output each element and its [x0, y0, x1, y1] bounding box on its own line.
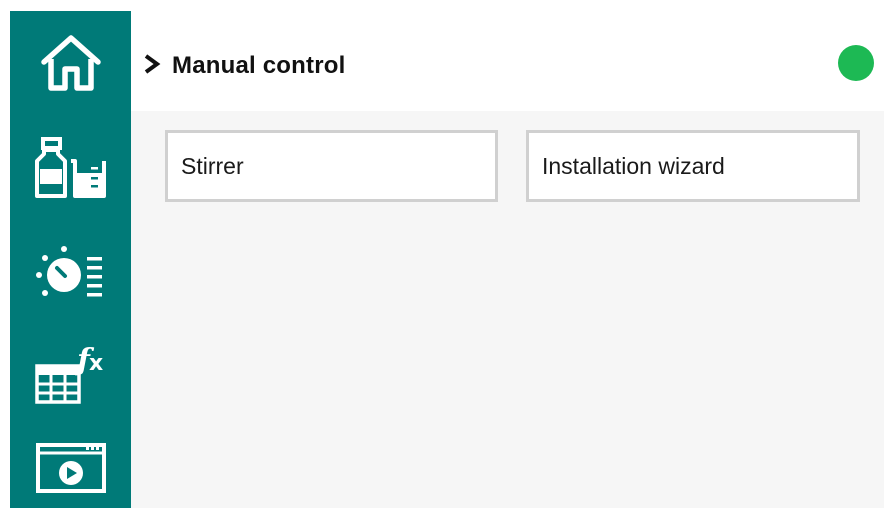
header: Manual control [131, 11, 884, 111]
sidebar-item-media[interactable] [10, 428, 131, 508]
status-indicator [838, 45, 874, 81]
stirrer-tile-label: Stirrer [181, 152, 244, 179]
sidebar-item-home[interactable] [10, 22, 131, 102]
home-icon [40, 35, 101, 91]
sidebar-item-formulas[interactable]: f x [10, 333, 131, 413]
bottle-beaker-icon [34, 137, 106, 198]
main-content: Stirrer Installation wizard [131, 111, 884, 508]
sidebar-item-methods[interactable] [10, 232, 131, 312]
stirrer-tile[interactable]: Stirrer [165, 130, 498, 202]
sidebar-item-substances[interactable] [10, 129, 131, 209]
chevron-right-icon [144, 54, 161, 74]
table-formula-icon: f x [34, 343, 103, 404]
installation-wizard-tile[interactable]: Installation wizard [526, 130, 860, 202]
sidebar: f x [10, 11, 131, 508]
dial-settings-icon [35, 246, 102, 297]
page-title: Manual control [172, 52, 346, 79]
installation-wizard-tile-label: Installation wizard [542, 152, 725, 179]
video-player-icon [35, 443, 106, 493]
svg-text:x: x [89, 351, 103, 376]
